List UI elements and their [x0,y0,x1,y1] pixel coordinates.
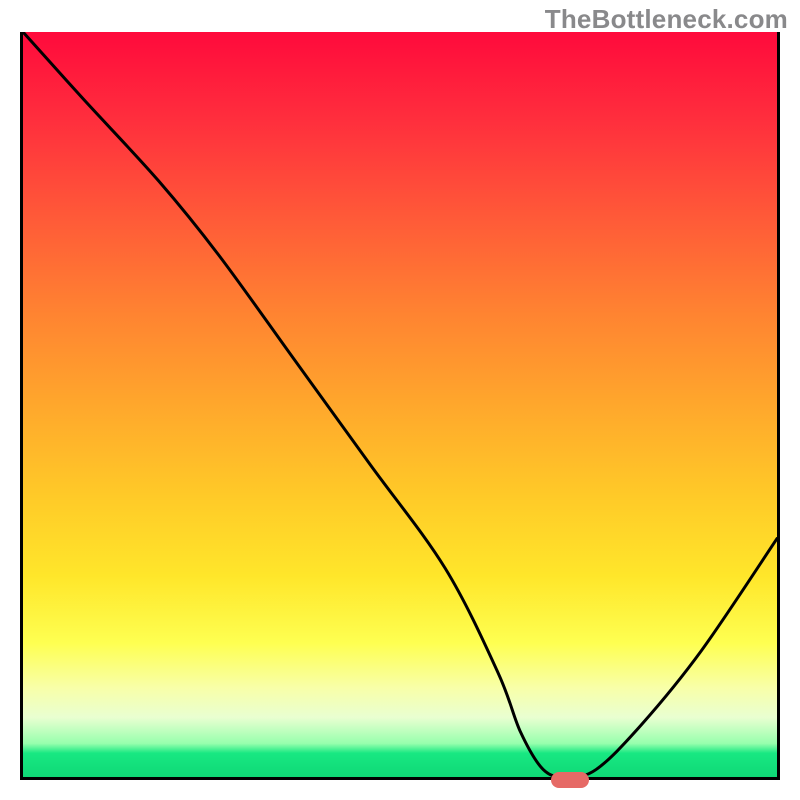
curve-layer [23,32,777,777]
watermark-label: TheBottleneck.com [545,4,788,35]
plot-area [20,32,780,780]
chart-frame: TheBottleneck.com [0,0,800,800]
bottleneck-curve [23,32,777,777]
optimal-marker [551,772,589,788]
